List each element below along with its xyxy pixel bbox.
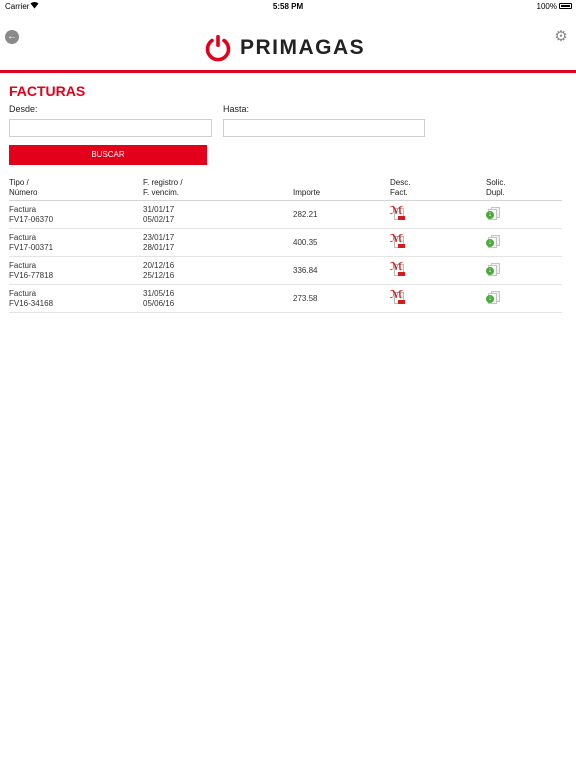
pdf-icon[interactable]: ℳ bbox=[390, 234, 406, 249]
power-logo-icon bbox=[205, 35, 231, 62]
pdf-icon[interactable]: ℳ bbox=[390, 206, 406, 221]
logo-text: PRIMAGAS bbox=[240, 36, 366, 59]
table-row: Factura FV16-77818 20/12/16 25/12/16 336… bbox=[9, 257, 562, 285]
duplicate-request-icon[interactable]: ↓ bbox=[486, 206, 502, 221]
invoice-type-number: Factura FV16-34168 bbox=[9, 289, 54, 308]
invoices-table: Tipo / Número F. registro / F. vencim. I… bbox=[9, 176, 562, 313]
invoice-amount: 273.58 bbox=[293, 294, 318, 303]
page-title: FACTURAS bbox=[9, 83, 86, 99]
hasta-label: Hasta: bbox=[223, 104, 250, 114]
back-arrow-icon[interactable]: ← bbox=[5, 30, 19, 44]
invoice-dates: 20/12/16 25/12/16 bbox=[143, 261, 175, 280]
table-header: Tipo / Número F. registro / F. vencim. I… bbox=[9, 176, 562, 201]
hasta-input[interactable] bbox=[223, 119, 425, 137]
table-row: Factura FV16-34168 31/05/16 05/06/16 273… bbox=[9, 285, 562, 313]
invoice-type-number: Factura FV16-77818 bbox=[9, 261, 54, 280]
header-solic: Solic. Dupl. bbox=[486, 178, 506, 197]
invoice-dates: 31/05/16 05/06/16 bbox=[143, 289, 175, 308]
invoice-amount: 282.21 bbox=[293, 210, 318, 219]
header-desc: Desc. Fact. bbox=[390, 178, 411, 197]
header-tipo: Tipo / Número bbox=[9, 178, 38, 197]
battery-icon bbox=[559, 3, 572, 9]
invoice-amount: 336.84 bbox=[293, 266, 318, 275]
duplicate-request-icon[interactable]: ↓ bbox=[486, 290, 502, 305]
header-importe: Importe bbox=[293, 188, 321, 197]
invoice-type-number: Factura FV17-06370 bbox=[9, 205, 54, 224]
status-bar: Carrier 5:58 PM 100% bbox=[0, 0, 576, 13]
pdf-icon[interactable]: ℳ bbox=[390, 290, 406, 305]
invoice-amount: 400.35 bbox=[293, 238, 318, 247]
invoice-dates: 31/01/17 05/02/17 bbox=[143, 205, 175, 224]
desde-label: Desde: bbox=[9, 104, 38, 114]
primagas-logo: PRIMAGAS bbox=[203, 33, 375, 63]
battery-percentage: 100% bbox=[536, 2, 557, 11]
pdf-icon[interactable]: ℳ bbox=[390, 262, 406, 277]
duplicate-request-icon[interactable]: ↓ bbox=[486, 234, 502, 249]
app-header: ← PRIMAGAS ⚙ bbox=[0, 13, 576, 70]
table-row: Factura FV17-00371 23/01/17 28/01/17 400… bbox=[9, 229, 562, 257]
status-time: 5:58 PM bbox=[272, 2, 304, 11]
invoice-dates: 23/01/17 28/01/17 bbox=[143, 233, 175, 252]
desde-input[interactable] bbox=[9, 119, 212, 137]
duplicate-request-icon[interactable]: ↓ bbox=[486, 262, 502, 277]
table-row: Factura FV17-06370 31/01/17 05/02/17 282… bbox=[9, 201, 562, 229]
search-button[interactable]: BUSCAR bbox=[9, 145, 207, 165]
invoice-type-number: Factura FV17-00371 bbox=[9, 233, 54, 252]
header-fecha: F. registro / F. vencim. bbox=[143, 178, 183, 197]
gear-icon[interactable]: ⚙ bbox=[554, 29, 568, 44]
header-divider bbox=[0, 70, 576, 73]
